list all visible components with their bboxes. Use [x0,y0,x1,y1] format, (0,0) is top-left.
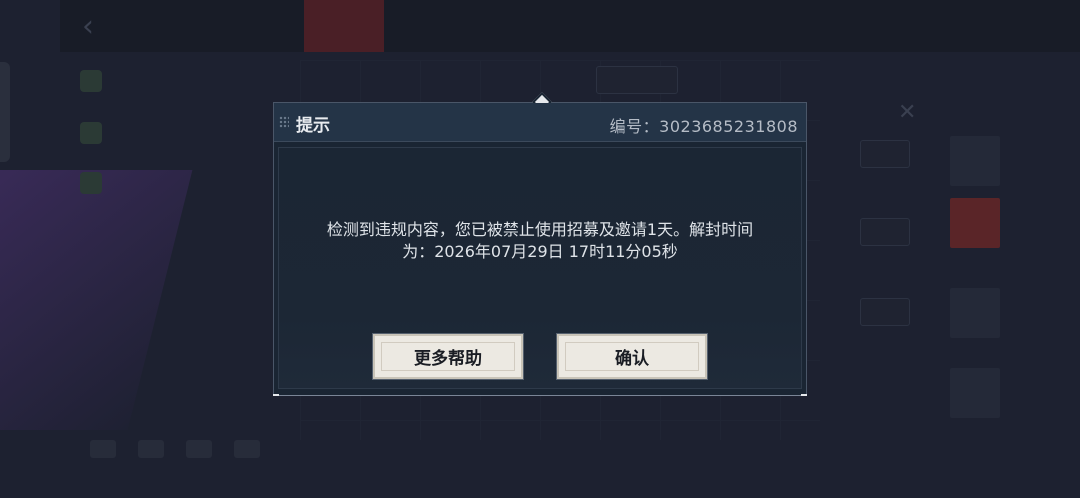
dialog-message: 检测到违规内容，您已被禁止使用招募及邀请1天。解封时间 为：2026年07月29… [274,219,806,263]
bottom-icon [234,440,260,458]
dialog-header: 提示 编号：3023685231808 [274,103,806,142]
right-action-item [950,198,1000,248]
sidebar-icon [80,172,102,194]
nav-tab-dimmed [212,0,244,52]
right-action-item [950,288,1000,338]
dialog-id-number: 编号：3023685231808 [609,117,798,136]
dialog-title: 提示 [296,116,330,136]
nav-tab-dimmed [116,0,148,52]
message-line-1: 检测到违规内容，您已被禁止使用招募及邀请1天。解封时间 [326,220,754,239]
sidebar-icon [80,70,102,92]
dialog-body [278,147,802,389]
sidebar-icon [80,122,102,144]
message-line-2: 为：2026年07月29日 17时11分05秒 [402,242,678,261]
bottom-toolbar-dimmed [90,440,260,458]
background-pill [860,298,910,326]
more-help-button[interactable]: 更多帮助 [373,334,523,379]
right-action-item [950,368,1000,418]
confirm-button[interactable]: 确认 [557,334,707,379]
nav-tab-dimmed [148,0,180,52]
corner-ornament [273,394,279,396]
background-pill [860,218,910,246]
notice-dialog: 提示 编号：3023685231808 检测到违规内容，您已被禁止使用招募及邀请… [273,92,807,396]
drag-grip-icon [279,116,289,128]
background-pill [596,66,678,94]
background-pill [860,140,910,168]
nav-tab-highlight-dimmed [304,0,384,52]
right-action-item [950,136,1000,186]
background-glow [0,170,193,430]
bottom-icon [90,440,116,458]
left-edge-tab [0,62,10,162]
nav-tab-dimmed [180,0,212,52]
dialog-bottom-line [274,395,806,396]
corner-ornament [801,394,807,396]
bottom-icon [186,440,212,458]
bottom-icon [138,440,164,458]
top-navigation-dimmed: ‹ [60,0,1080,52]
chevron-left-icon: ‹ [82,8,94,44]
close-icon: ✕ [898,100,917,125]
right-action-column [950,98,1000,418]
